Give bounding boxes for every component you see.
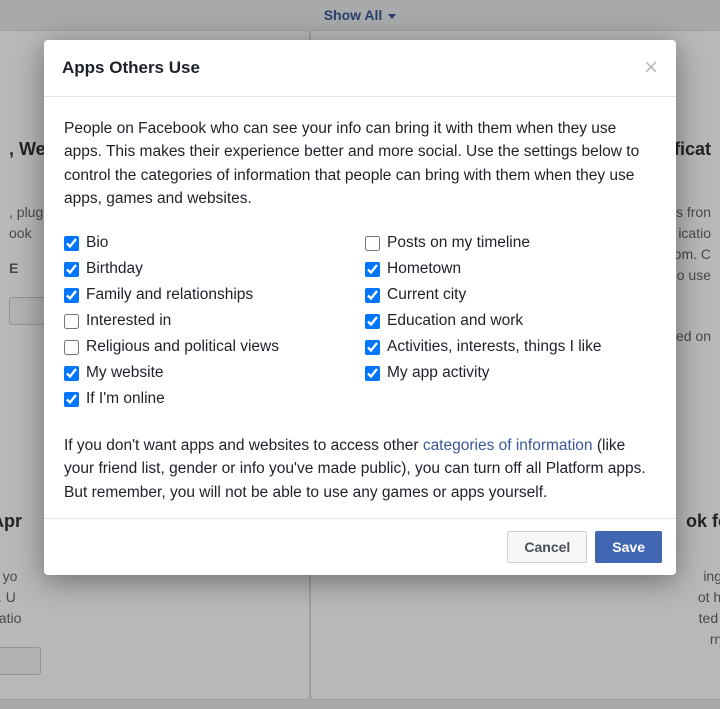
checkbox-row: Posts on my timeline xyxy=(365,230,656,256)
categories-link[interactable]: categories of information xyxy=(423,437,593,454)
dialog-body: People on Facebook who can see your info… xyxy=(44,97,676,518)
checkbox-input[interactable] xyxy=(64,392,79,407)
checkbox-row: Religious and political views xyxy=(64,334,355,360)
checkbox-input[interactable] xyxy=(64,314,79,329)
checkbox-label: Religious and political views xyxy=(86,338,279,356)
checkbox-input[interactable] xyxy=(64,340,79,355)
dialog-footer: Cancel Save xyxy=(44,518,676,575)
checkbox-col-left: Bio Birthday Family and relationships Inter… xyxy=(64,230,355,412)
checkbox-col-right: Posts on my timeline Hometown Current city… xyxy=(365,230,656,412)
checkbox-input[interactable] xyxy=(365,262,380,277)
checkbox-input[interactable] xyxy=(365,314,380,329)
apps-others-use-dialog: Apps Others Use × People on Facebook who… xyxy=(44,40,676,575)
checkbox-label: Bio xyxy=(86,234,108,252)
dialog-title: Apps Others Use xyxy=(62,58,200,78)
checkbox-row: My website xyxy=(64,360,355,386)
checkbox-label: My app activity xyxy=(387,364,490,382)
checkbox-row: Birthday xyxy=(64,256,355,282)
checkbox-grid: Bio Birthday Family and relationships Inter… xyxy=(64,230,656,412)
checkbox-label: Posts on my timeline xyxy=(387,234,530,252)
checkbox-input[interactable] xyxy=(365,236,380,251)
checkbox-row: My app activity xyxy=(365,360,656,386)
checkbox-label: If I'm online xyxy=(86,390,165,408)
checkbox-row: If I'm online xyxy=(64,386,355,412)
checkbox-input[interactable] xyxy=(365,340,380,355)
checkbox-label: Hometown xyxy=(387,260,461,278)
checkbox-input[interactable] xyxy=(64,262,79,277)
checkbox-input[interactable] xyxy=(64,288,79,303)
checkbox-label: Current city xyxy=(387,286,466,304)
checkbox-row: Hometown xyxy=(365,256,656,282)
checkbox-row: Family and relationships xyxy=(64,282,355,308)
checkbox-row: Bio xyxy=(64,230,355,256)
checkbox-label: Activities, interests, things I like xyxy=(387,338,602,356)
footer-text: If you don't want apps and websites to a… xyxy=(64,434,656,504)
dialog-header: Apps Others Use × xyxy=(44,40,676,97)
checkbox-label: Education and work xyxy=(387,312,523,330)
footer-pre: If you don't want apps and websites to a… xyxy=(64,437,423,454)
checkbox-input[interactable] xyxy=(365,366,380,381)
intro-text: People on Facebook who can see your info… xyxy=(64,117,656,210)
checkbox-row: Interested in xyxy=(64,308,355,334)
checkbox-row: Current city xyxy=(365,282,656,308)
checkbox-label: My website xyxy=(86,364,164,382)
close-icon[interactable]: × xyxy=(644,56,658,80)
cancel-button[interactable]: Cancel xyxy=(507,531,587,563)
save-button[interactable]: Save xyxy=(595,531,662,563)
checkbox-input[interactable] xyxy=(64,366,79,381)
checkbox-row: Education and work xyxy=(365,308,656,334)
checkbox-label: Family and relationships xyxy=(86,286,253,304)
checkbox-label: Interested in xyxy=(86,312,171,330)
checkbox-row: Activities, interests, things I like xyxy=(365,334,656,360)
checkbox-input[interactable] xyxy=(365,288,380,303)
checkbox-input[interactable] xyxy=(64,236,79,251)
checkbox-label: Birthday xyxy=(86,260,143,278)
